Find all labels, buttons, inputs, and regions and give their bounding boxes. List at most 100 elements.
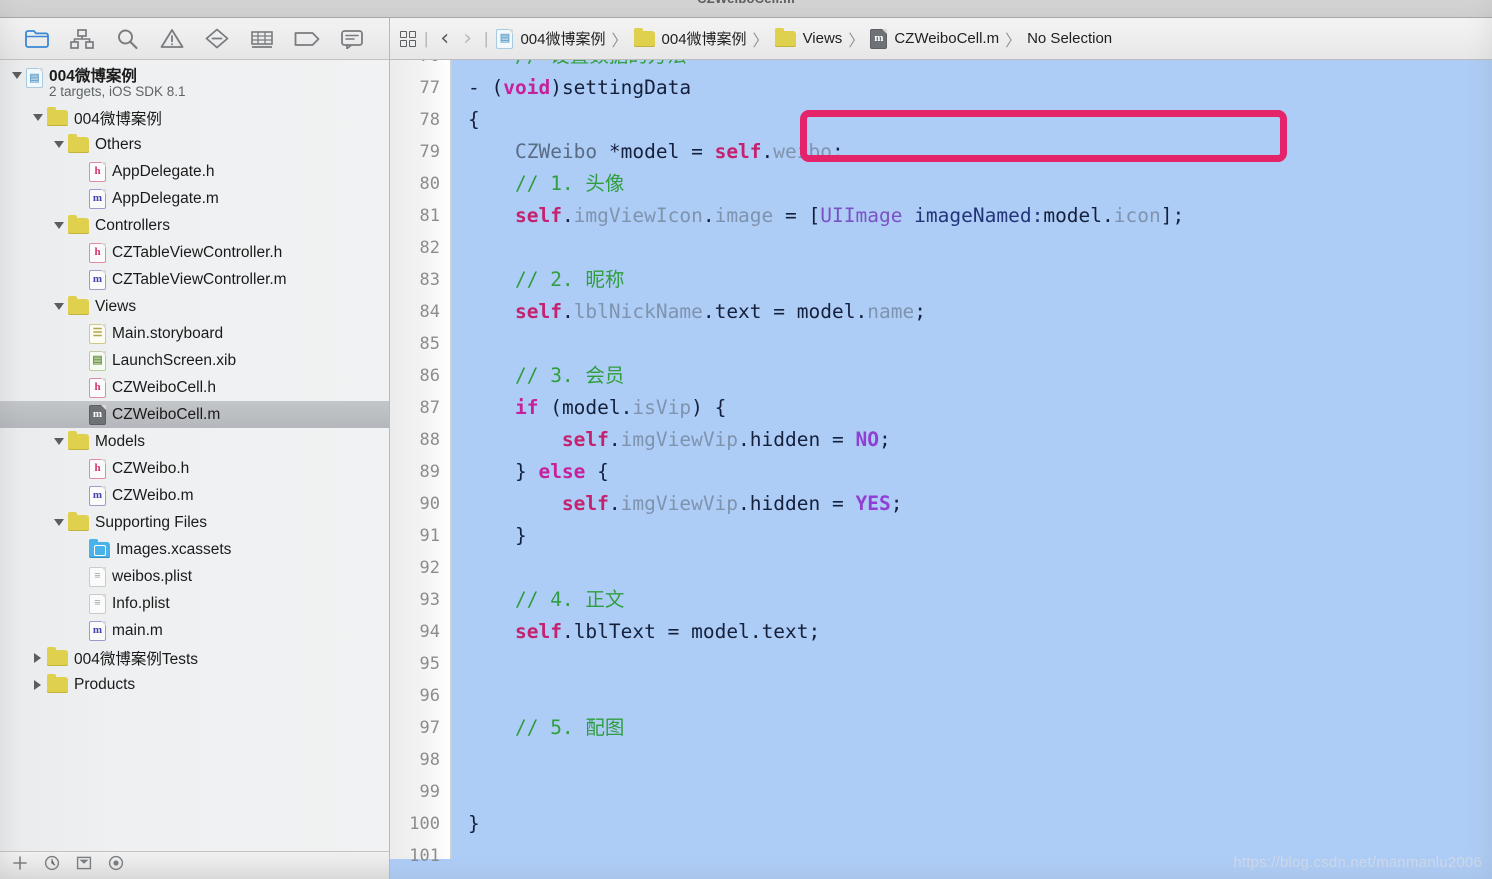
tree-row-CZTableViewController.h[interactable]: h CZTableViewController.h [0, 239, 389, 266]
breadcrumb-item-4[interactable]: No Selection [1027, 30, 1112, 47]
breadcrumb-item-2[interactable]: Views [774, 27, 842, 47]
code-line[interactable] [468, 744, 1492, 776]
tree-row-Products[interactable]: Products [0, 671, 389, 698]
related-items-icon[interactable] [400, 30, 416, 47]
code-line[interactable]: } else { [468, 456, 1492, 488]
code-line[interactable]: { [468, 104, 1492, 136]
code-line[interactable]: // 4. 正文 [468, 584, 1492, 616]
code-line[interactable]: CZWeibo *model = self.weibo; [468, 136, 1492, 168]
code-line[interactable]: // 设置数据的方法 [468, 60, 1492, 72]
tree-row-label: CZWeiboCell.h [112, 378, 216, 396]
tree-row-CZTableViewController.m[interactable]: m CZTableViewController.m [0, 266, 389, 293]
implementation-file-icon: m [89, 404, 106, 425]
debug-navigator-icon[interactable] [247, 26, 277, 52]
code-line[interactable] [468, 776, 1492, 808]
tree-row-main.m[interactable]: m main.m [0, 617, 389, 644]
disclosure-triangle-icon[interactable] [10, 68, 25, 83]
code-line[interactable] [468, 328, 1492, 360]
xcode-window: CZWeiboCell.m [0, 0, 1492, 879]
code-line[interactable] [468, 552, 1492, 584]
project-file-icon: ▤ [496, 28, 514, 49]
tree-row-Controllers[interactable]: Controllers [0, 212, 389, 239]
tree-row-004Tests[interactable]: 004微博案例Tests [0, 644, 389, 671]
code-token: self [514, 300, 562, 323]
code-line[interactable]: self.imgViewVip.hidden = NO; [468, 424, 1492, 456]
tree-row-Info.plist[interactable]: ≡ Info.plist [0, 590, 389, 617]
code-token: // 2. 昵称 [514, 268, 625, 291]
folder-icon [47, 646, 68, 666]
tree-row-LaunchScreen.xib[interactable]: ▤ LaunchScreen.xib [0, 347, 389, 374]
disclosure-triangle-icon[interactable] [52, 515, 67, 530]
tree-row-CZWeiboCell.m[interactable]: m CZWeiboCell.m [0, 401, 389, 428]
tree-row-SupportingFiles[interactable]: Supporting Files [0, 509, 389, 536]
tree-row-CZWeibo.m[interactable]: m CZWeibo.m [0, 482, 389, 509]
code-line[interactable]: // 2. 昵称 [468, 264, 1492, 296]
tree-row-004[interactable]: 004微博案例 [0, 104, 389, 131]
code-line[interactable] [468, 680, 1492, 712]
tree-row-AppDelegate.h[interactable]: h AppDelegate.h [0, 158, 389, 185]
project-navigator-icon[interactable] [22, 26, 52, 52]
code-line[interactable]: // 5. 配图 [468, 712, 1492, 744]
disclosure-triangle-icon[interactable] [52, 218, 67, 233]
disclosure-triangle-icon[interactable] [31, 650, 46, 665]
code-line[interactable]: self.imgViewVip.hidden = YES; [468, 488, 1492, 520]
twisty-placeholder [73, 623, 88, 638]
line-number: 84 [419, 302, 440, 322]
back-button[interactable]: ‹ [436, 26, 453, 51]
tree-row-CZWeiboCell.h[interactable]: h CZWeiboCell.h [0, 374, 389, 401]
code-token: self [514, 204, 562, 227]
code-token: hidden [749, 428, 821, 451]
code-line[interactable]: - (void)settingData [468, 72, 1492, 104]
implementation-file-icon: m [89, 269, 106, 290]
code-line[interactable]: // 3. 会员 [468, 360, 1492, 392]
find-navigator-icon[interactable] [112, 26, 142, 52]
test-navigator-icon[interactable] [202, 26, 232, 52]
breadcrumb-item-0[interactable]: ▤ 004微博案例 [496, 28, 606, 49]
tree-row-weibos.plist[interactable]: ≡ weibos.plist [0, 563, 389, 590]
code-line[interactable] [468, 648, 1492, 680]
disclosure-triangle-icon[interactable] [52, 299, 67, 314]
source-code[interactable]: // 设置数据的方法 - (void)settingData { CZWeibo *… [452, 60, 1492, 859]
disclosure-triangle-icon[interactable] [52, 434, 67, 449]
tree-row-Models[interactable]: Models [0, 428, 389, 455]
tree-row-CZWeibo.h[interactable]: h CZWeibo.h [0, 455, 389, 482]
add-file-button[interactable] [12, 855, 28, 876]
code-line[interactable]: self.lblNickName.text = model.name; [468, 296, 1492, 328]
code-line[interactable]: if (model.isVip) { [468, 392, 1492, 424]
breadcrumb-item-1[interactable]: 004微博案例 [633, 27, 747, 49]
report-navigator-icon[interactable] [337, 26, 367, 52]
symbol-navigator-icon[interactable] [67, 26, 97, 52]
project-file-icon: ▤ [26, 68, 43, 88]
code-line[interactable] [468, 232, 1492, 264]
line-number: 77 [419, 78, 440, 98]
code-token: )settingData [550, 76, 692, 99]
tree-row-004[interactable]: ▤ 004微博案例 2 targets, iOS SDK 8.1 [0, 66, 389, 104]
project-tree[interactable]: ▤ 004微博案例 2 targets, iOS SDK 8.1 004微博案例 Oth… [0, 60, 389, 851]
issue-navigator-icon[interactable] [157, 26, 187, 52]
code-editor[interactable]: 76 77 78 79 80 81 82 83 84 85 86 87 88 89 90 91 92 93 94 95… [390, 60, 1492, 879]
code-line[interactable]: } [468, 520, 1492, 552]
disclosure-triangle-icon[interactable] [31, 110, 46, 125]
breakpoint-navigator-icon[interactable] [292, 26, 322, 52]
disclosure-triangle-icon[interactable] [52, 137, 67, 152]
filter-search-icon[interactable] [108, 855, 124, 876]
tree-row-AppDelegate.m[interactable]: m AppDelegate.m [0, 185, 389, 212]
disclosure-triangle-icon[interactable] [31, 677, 46, 692]
code-line[interactable]: self.imgViewIcon.image = [UIImage imageN… [468, 200, 1492, 232]
line-number: 87 [419, 398, 440, 418]
line-number: 76 [390, 60, 440, 72]
code-line[interactable]: // 1. 头像 [468, 168, 1492, 200]
code-token: self [714, 140, 762, 163]
breadcrumb-item-3[interactable]: m CZWeiboCell.m [870, 28, 999, 49]
recent-files-filter-icon[interactable] [44, 855, 60, 876]
tree-row-Main.storyboard[interactable]: ☰ Main.storyboard [0, 320, 389, 347]
source-control-filter-icon[interactable] [76, 855, 92, 876]
code-line[interactable]: } [468, 808, 1492, 840]
code-token: . [608, 428, 621, 451]
tree-row-Others[interactable]: Others [0, 131, 389, 158]
code-line[interactable]: self.lblText = model.text; [468, 616, 1492, 648]
forward-button[interactable]: › [459, 26, 476, 51]
tree-row-Views[interactable]: Views [0, 293, 389, 320]
twisty-placeholder [73, 353, 88, 368]
tree-row-Images.xcassets[interactable]: Images.xcassets [0, 536, 389, 563]
